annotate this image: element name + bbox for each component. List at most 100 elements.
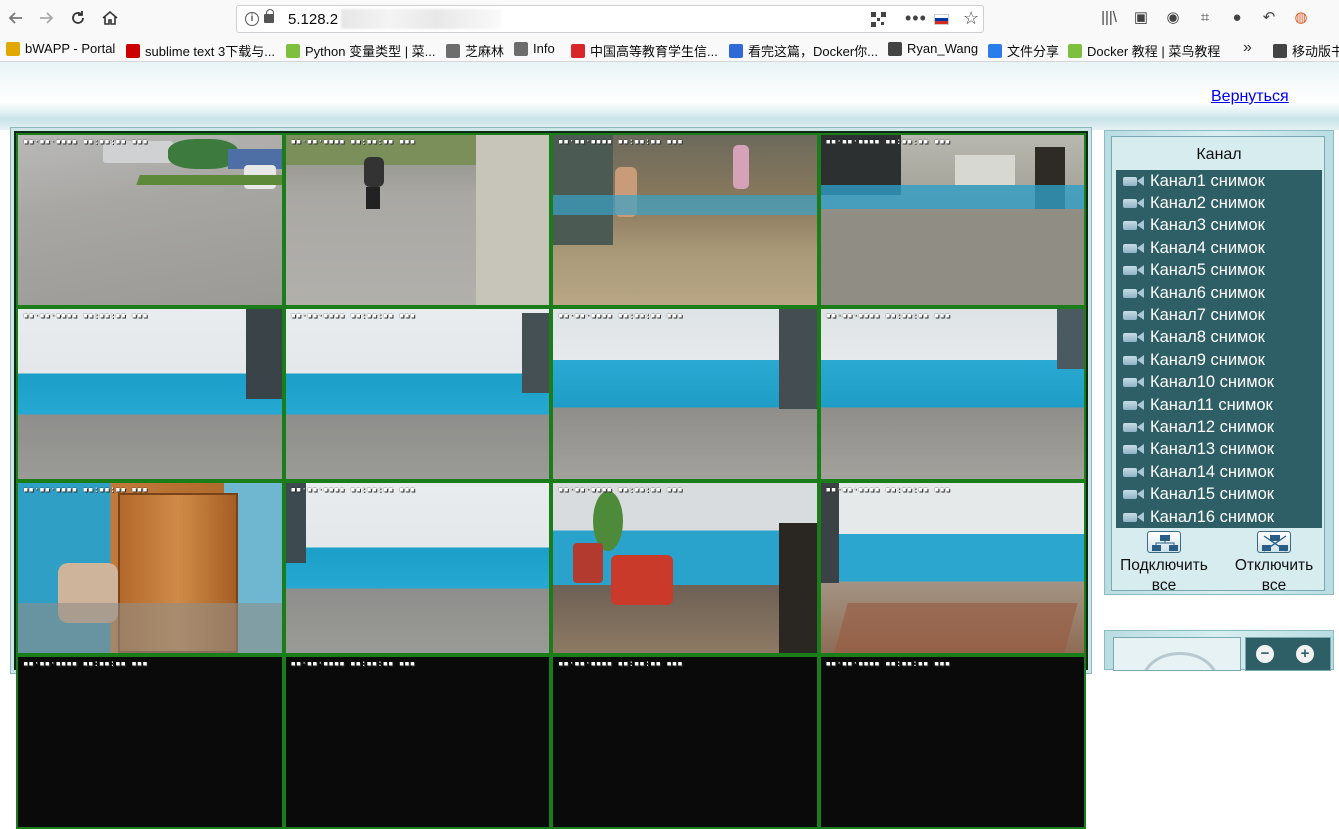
globe-icon (446, 43, 460, 58)
network-connect-icon (1147, 531, 1181, 553)
channel-label: Канал8 снимок (1150, 328, 1265, 347)
channel-item-2[interactable]: Канал2 снимок (1116, 192, 1322, 214)
camera-osd-timestamp: ▪▪·▪▪·▪▪▪▪ ▪▪:▪▪:▪▪ ▪▪▪ (825, 137, 951, 147)
camera-feed-12[interactable]: ▪▪·▪▪·▪▪▪▪ ▪▪:▪▪:▪▪ ▪▪▪ (818, 481, 1086, 655)
library-icon[interactable]: |||\ (1100, 9, 1118, 27)
sidebar-icon[interactable]: ▣ (1132, 9, 1150, 27)
reload-icon[interactable] (66, 6, 90, 30)
channel-item-6[interactable]: Канал6 снимок (1116, 282, 1322, 304)
qr-code-icon[interactable] (871, 12, 886, 27)
bookmark-label: 移动版书签 (1292, 44, 1339, 59)
camera-feed-11[interactable]: ▪▪·▪▪·▪▪▪▪ ▪▪:▪▪:▪▪ ▪▪▪ (551, 481, 819, 655)
channel-label: Канал11 снимок (1150, 395, 1273, 414)
channel-item-15[interactable]: Канал15 снимок (1116, 483, 1322, 505)
channel-item-3[interactable]: Канал3 снимок (1116, 215, 1322, 237)
bookmark-item[interactable]: 中国高等教育学生信... (571, 41, 718, 60)
camera-icon (1123, 220, 1145, 231)
camera-feed-5[interactable]: ▪▪·▪▪·▪▪▪▪ ▪▪:▪▪:▪▪ ▪▪▪ (16, 307, 284, 481)
camera-icon (1123, 399, 1145, 411)
bookmark-item[interactable]: sublime text 3下载与... (126, 41, 275, 60)
connect-all-button[interactable]: Подключить все (1112, 531, 1216, 596)
ptz-panel: − + (1104, 630, 1334, 671)
camera-feed-1[interactable]: ▪▪·▪▪·▪▪▪▪ ▪▪:▪▪:▪▪ ▪▪▪ (16, 133, 284, 307)
camera-feed-9[interactable]: ▪▪·▪▪·▪▪▪▪ ▪▪:▪▪:▪▪ ▪▪▪ (16, 481, 284, 655)
camera-osd-timestamp: ▪▪·▪▪·▪▪▪▪ ▪▪:▪▪:▪▪ ▪▪▪ (558, 311, 683, 321)
bookmark-item[interactable]: 文件分享 (988, 41, 1059, 60)
page-content: Вернуться ▪▪·▪▪·▪▪▪▪ ▪▪:▪▪:▪▪ ▪▪▪ ▪▪·▪▪·… (0, 62, 1339, 829)
channel-item-13[interactable]: Канал13 снимок (1116, 439, 1322, 461)
camera-feed-4[interactable]: ▪▪·▪▪·▪▪▪▪ ▪▪:▪▪:▪▪ ▪▪▪ (818, 133, 1086, 307)
account-icon[interactable]: ◉ (1164, 9, 1182, 27)
undo-icon[interactable]: ↶ (1260, 9, 1278, 27)
chat-icon[interactable]: ● (1228, 9, 1246, 27)
channel-list: Канал1 снимок Канал2 снимок Канал3 снимок К… (1116, 170, 1322, 528)
network-disconnect-icon (1257, 531, 1291, 553)
channel-label: Канал16 снимок (1150, 507, 1274, 526)
bookmark-item[interactable]: Python 变量类型 | 菜... (286, 41, 436, 60)
info-icon[interactable]: i (245, 12, 259, 26)
globe-icon (514, 41, 528, 56)
header-divider (0, 102, 1339, 130)
bookmark-item[interactable]: 看完这篇，Docker你... (729, 41, 878, 60)
more-actions-icon[interactable]: ••• (905, 8, 927, 29)
camera-osd-timestamp: ▪▪·▪▪·▪▪▪▪ ▪▪:▪▪:▪▪ ▪▪▪ (825, 485, 951, 495)
zoom-in-icon[interactable]: + (1296, 645, 1314, 663)
bookmark-item[interactable]: Docker 教程 | 菜鸟教程 (1068, 41, 1220, 60)
camera-osd-timestamp: ▪▪·▪▪·▪▪▪▪ ▪▪:▪▪:▪▪ ▪▪▪ (23, 137, 148, 147)
channel-item-14[interactable]: Канал14 снимок (1116, 461, 1322, 483)
camera-osd-timestamp: ▪▪·▪▪·▪▪▪▪ ▪▪:▪▪:▪▪ ▪▪▪ (290, 659, 416, 669)
channel-label: Канал1 снимок (1150, 171, 1265, 190)
camera-icon (1123, 310, 1145, 321)
channel-item-12[interactable]: Канал12 снимок (1116, 416, 1322, 438)
screenshot-icon[interactable]: ⌗ (1196, 9, 1214, 27)
chsi-icon (571, 43, 585, 58)
camera-feed-7[interactable]: ▪▪·▪▪·▪▪▪▪ ▪▪:▪▪:▪▪ ▪▪▪ (551, 307, 819, 481)
camera-osd-timestamp: ▪▪·▪▪·▪▪▪▪ ▪▪:▪▪:▪▪ ▪▪▪ (825, 311, 951, 321)
camera-feed-16[interactable]: ▪▪·▪▪·▪▪▪▪ ▪▪:▪▪:▪▪ ▪▪▪ (818, 655, 1086, 829)
bookmark-label: 看完这篇，Docker你... (748, 44, 879, 59)
home-icon[interactable] (98, 6, 122, 30)
bookmark-star-icon[interactable]: ☆ (963, 8, 979, 29)
channel-item-4[interactable]: Канал4 снимок (1116, 237, 1322, 259)
channel-item-10[interactable]: Канал10 снимок (1116, 372, 1322, 394)
bookmark-item[interactable]: Ryan_Wang (888, 41, 978, 56)
back-link[interactable]: Вернуться (1211, 88, 1289, 106)
bookmark-label: Python 变量类型 | 菜... (305, 44, 436, 59)
camera-feed-6[interactable]: ▪▪·▪▪·▪▪▪▪ ▪▪:▪▪:▪▪ ▪▪▪ (283, 307, 551, 481)
url-text[interactable]: 5.128.2 (288, 11, 338, 28)
channel-label: Канал3 снимок (1150, 216, 1265, 235)
channel-item-9[interactable]: Канал9 снимок (1116, 349, 1322, 371)
camera-feed-2[interactable]: ▪▪·▪▪·▪▪▪▪ ▪▪:▪▪:▪▪ ▪▪▪ (283, 133, 551, 307)
bookmark-item[interactable]: bWAPP - Portal (6, 41, 115, 56)
bookmark-item[interactable]: 移动版书签 (1273, 41, 1339, 60)
zoom-out-icon[interactable]: − (1256, 645, 1274, 663)
camera-icon (1123, 377, 1145, 388)
camera-feed-3[interactable]: ▪▪·▪▪·▪▪▪▪ ▪▪:▪▪:▪▪ ▪▪▪ (551, 133, 819, 307)
channel-item-1[interactable]: Канал1 снимок (1116, 170, 1322, 192)
channel-panel-inner: Канал Канал1 снимок Канал2 снимок Канал3 с… (1111, 136, 1325, 594)
camera-feed-8[interactable]: ▪▪·▪▪·▪▪▪▪ ▪▪:▪▪:▪▪ ▪▪▪ (818, 307, 1086, 481)
address-bar[interactable]: i 5.128.2 ••• ☆ (236, 5, 984, 33)
camera-icon (1123, 332, 1145, 343)
bookmarks-overflow-icon[interactable]: » (1243, 39, 1252, 57)
extension-ball-icon[interactable]: ◍ (1292, 9, 1310, 27)
disconnect-all-button[interactable]: Отключить все (1222, 531, 1326, 596)
ptz-dial[interactable] (1113, 637, 1241, 671)
camera-feed-10[interactable]: ▪▪·▪▪·▪▪▪▪ ▪▪:▪▪:▪▪ ▪▪▪ (283, 481, 551, 655)
channel-item-8[interactable]: Канал8 снимок (1116, 327, 1322, 349)
channel-item-7[interactable]: Канал7 снимок (1116, 304, 1322, 326)
channel-item-5[interactable]: Канал5 снимок (1116, 260, 1322, 282)
back-arrow-icon[interactable] (4, 6, 28, 30)
channel-label: Канал9 снимок (1150, 350, 1265, 369)
channel-item-11[interactable]: Канал11 снимок (1116, 394, 1322, 416)
forward-arrow-icon[interactable] (34, 6, 58, 30)
camera-feed-14[interactable]: ▪▪·▪▪·▪▪▪▪ ▪▪:▪▪:▪▪ ▪▪▪ (283, 655, 551, 829)
bookmark-label: 芝麻林 (465, 44, 505, 59)
channel-item-16[interactable]: Канал16 снимок (1116, 506, 1322, 528)
bookmark-item[interactable]: 芝麻林 (446, 41, 504, 60)
camera-feed-13[interactable]: ▪▪·▪▪·▪▪▪▪ ▪▪:▪▪:▪▪ ▪▪▪ (16, 655, 284, 829)
camera-feed-15[interactable]: ▪▪·▪▪·▪▪▪▪ ▪▪:▪▪:▪▪ ▪▪▪ (551, 655, 819, 829)
channel-label: Канал7 снимок (1150, 306, 1265, 325)
camera-osd-timestamp: ▪▪·▪▪·▪▪▪▪ ▪▪:▪▪:▪▪ ▪▪▪ (825, 659, 951, 669)
bookmark-item[interactable]: Info (514, 41, 555, 56)
